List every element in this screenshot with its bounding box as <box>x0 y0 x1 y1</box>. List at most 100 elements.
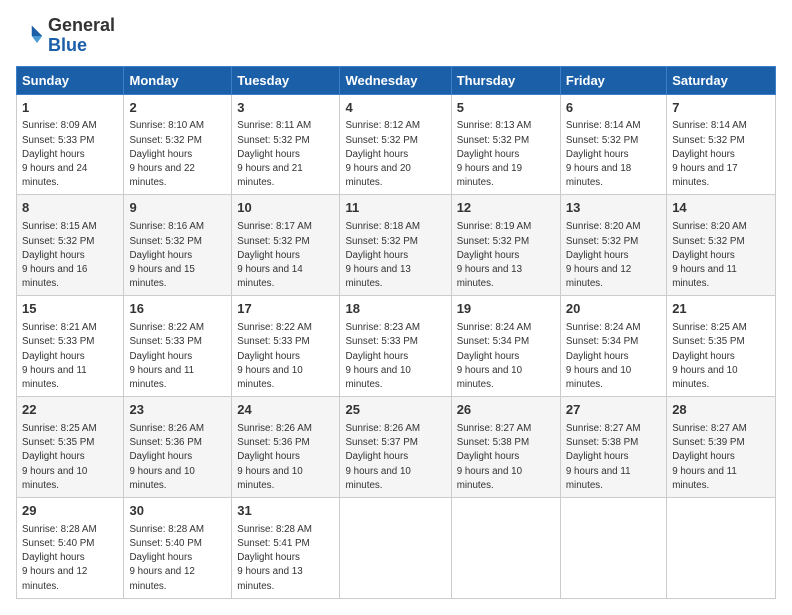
day-content: Sunrise: 8:20 AMSunset: 5:32 PMDaylight … <box>672 220 770 291</box>
calendar-cell: 12 Sunrise: 8:19 AMSunset: 5:32 PMDayligh… <box>451 195 560 296</box>
day-number: 10 <box>237 199 334 218</box>
day-content: Sunrise: 8:24 AMSunset: 5:34 PMDaylight … <box>457 321 555 392</box>
calendar-cell: 27 Sunrise: 8:27 AMSunset: 5:38 PMDayligh… <box>560 397 666 498</box>
day-content: Sunrise: 8:14 AMSunset: 5:32 PMDaylight … <box>566 119 661 190</box>
day-content: Sunrise: 8:15 AMSunset: 5:32 PMDaylight … <box>22 220 118 291</box>
calendar-body: 1Sunrise: 8:09 AMSunset: 5:33 PMDaylight… <box>17 94 776 598</box>
logo-icon <box>16 22 44 50</box>
day-content: Sunrise: 8:26 AMSunset: 5:37 PMDaylight … <box>345 422 445 493</box>
calendar-week-row: 22Sunrise: 8:25 AMSunset: 5:35 PMDayligh… <box>17 397 776 498</box>
calendar-week-row: 29Sunrise: 8:28 AMSunset: 5:40 PMDayligh… <box>17 498 776 599</box>
day-number: 4 <box>345 99 445 118</box>
weekday-header: Monday <box>124 66 232 94</box>
day-content: Sunrise: 8:16 AMSunset: 5:32 PMDaylight … <box>129 220 226 291</box>
day-number: 3 <box>237 99 334 118</box>
weekday-header: Saturday <box>667 66 776 94</box>
day-number: 26 <box>457 401 555 420</box>
day-number: 30 <box>129 502 226 521</box>
calendar-cell: 20 Sunrise: 8:24 AMSunset: 5:34 PMDayligh… <box>560 296 666 397</box>
day-number: 7 <box>672 99 770 118</box>
day-number: 12 <box>457 199 555 218</box>
day-content: Sunrise: 8:26 AMSunset: 5:36 PMDaylight … <box>237 422 334 493</box>
day-content: Sunrise: 8:27 AMSunset: 5:38 PMDaylight … <box>457 422 555 493</box>
day-content: Sunrise: 8:22 AMSunset: 5:33 PMDaylight … <box>237 321 334 392</box>
day-content: Sunrise: 8:11 AMSunset: 5:32 PMDaylight … <box>237 119 334 190</box>
day-number: 19 <box>457 300 555 319</box>
calendar-cell <box>451 498 560 599</box>
day-number: 6 <box>566 99 661 118</box>
day-content: Sunrise: 8:19 AMSunset: 5:32 PMDaylight … <box>457 220 555 291</box>
calendar-cell: 29Sunrise: 8:28 AMSunset: 5:40 PMDayligh… <box>17 498 124 599</box>
day-number: 20 <box>566 300 661 319</box>
calendar-cell <box>560 498 666 599</box>
calendar-cell: 31 Sunrise: 8:28 AMSunset: 5:41 PMDayligh… <box>232 498 340 599</box>
weekday-header: Friday <box>560 66 666 94</box>
day-content: Sunrise: 8:13 AMSunset: 5:32 PMDaylight … <box>457 119 555 190</box>
calendar-cell: 26 Sunrise: 8:27 AMSunset: 5:38 PMDayligh… <box>451 397 560 498</box>
calendar-cell: 6Sunrise: 8:14 AMSunset: 5:32 PMDaylight… <box>560 94 666 195</box>
calendar-week-row: 15Sunrise: 8:21 AMSunset: 5:33 PMDayligh… <box>17 296 776 397</box>
calendar-header: SundayMondayTuesdayWednesdayThursdayFrid… <box>17 66 776 94</box>
day-number: 27 <box>566 401 661 420</box>
calendar-cell: 21 Sunrise: 8:25 AMSunset: 5:35 PMDayligh… <box>667 296 776 397</box>
logo: General Blue <box>16 16 115 56</box>
day-content: Sunrise: 8:27 AMSunset: 5:38 PMDaylight … <box>566 422 661 493</box>
calendar-cell: 7Sunrise: 8:14 AMSunset: 5:32 PMDaylight… <box>667 94 776 195</box>
calendar-table: SundayMondayTuesdayWednesdayThursdayFrid… <box>16 66 776 599</box>
calendar-cell: 8 Sunrise: 8:15 AMSunset: 5:32 PMDaylight… <box>17 195 124 296</box>
day-content: Sunrise: 8:28 AMSunset: 5:40 PMDaylight … <box>129 523 226 594</box>
day-number: 18 <box>345 300 445 319</box>
calendar-cell: 1Sunrise: 8:09 AMSunset: 5:33 PMDaylight… <box>17 94 124 195</box>
day-number: 28 <box>672 401 770 420</box>
day-content: Sunrise: 8:23 AMSunset: 5:33 PMDaylight … <box>345 321 445 392</box>
day-content: Sunrise: 8:21 AMSunset: 5:33 PMDaylight … <box>22 321 118 392</box>
day-number: 1 <box>22 99 118 118</box>
day-content: Sunrise: 8:09 AMSunset: 5:33 PMDaylight … <box>22 119 118 190</box>
day-content: Sunrise: 8:25 AMSunset: 5:35 PMDaylight … <box>672 321 770 392</box>
day-content: Sunrise: 8:28 AMSunset: 5:40 PMDaylight … <box>22 523 118 594</box>
day-number: 31 <box>237 502 334 521</box>
day-content: Sunrise: 8:25 AMSunset: 5:35 PMDaylight … <box>22 422 118 493</box>
day-number: 21 <box>672 300 770 319</box>
weekday-header: Wednesday <box>340 66 451 94</box>
calendar-cell: 17 Sunrise: 8:22 AMSunset: 5:33 PMDayligh… <box>232 296 340 397</box>
calendar-week-row: 8 Sunrise: 8:15 AMSunset: 5:32 PMDaylight… <box>17 195 776 296</box>
calendar-week-row: 1Sunrise: 8:09 AMSunset: 5:33 PMDaylight… <box>17 94 776 195</box>
calendar-cell: 14 Sunrise: 8:20 AMSunset: 5:32 PMDayligh… <box>667 195 776 296</box>
day-number: 24 <box>237 401 334 420</box>
calendar-cell: 11Sunrise: 8:18 AMSunset: 5:32 PMDayligh… <box>340 195 451 296</box>
calendar-cell: 16Sunrise: 8:22 AMSunset: 5:33 PMDayligh… <box>124 296 232 397</box>
weekday-header: Tuesday <box>232 66 340 94</box>
day-number: 11 <box>345 199 445 218</box>
day-content: Sunrise: 8:22 AMSunset: 5:33 PMDaylight … <box>129 321 226 392</box>
day-number: 17 <box>237 300 334 319</box>
calendar-cell: 24 Sunrise: 8:26 AMSunset: 5:36 PMDayligh… <box>232 397 340 498</box>
weekday-header: Sunday <box>17 66 124 94</box>
weekday-header: Thursday <box>451 66 560 94</box>
day-content: Sunrise: 8:17 AMSunset: 5:32 PMDaylight … <box>237 220 334 291</box>
day-number: 5 <box>457 99 555 118</box>
day-number: 23 <box>129 401 226 420</box>
calendar-cell: 30 Sunrise: 8:28 AMSunset: 5:40 PMDayligh… <box>124 498 232 599</box>
day-number: 14 <box>672 199 770 218</box>
calendar-cell: 9 Sunrise: 8:16 AMSunset: 5:32 PMDaylight… <box>124 195 232 296</box>
calendar-cell: 19 Sunrise: 8:24 AMSunset: 5:34 PMDayligh… <box>451 296 560 397</box>
logo-text: General Blue <box>48 16 115 56</box>
calendar-cell: 3Sunrise: 8:11 AMSunset: 5:32 PMDaylight… <box>232 94 340 195</box>
day-content: Sunrise: 8:24 AMSunset: 5:34 PMDaylight … <box>566 321 661 392</box>
day-content: Sunrise: 8:10 AMSunset: 5:32 PMDaylight … <box>129 119 226 190</box>
day-number: 9 <box>129 199 226 218</box>
calendar-cell <box>340 498 451 599</box>
day-content: Sunrise: 8:26 AMSunset: 5:36 PMDaylight … <box>129 422 226 493</box>
day-content: Sunrise: 8:28 AMSunset: 5:41 PMDaylight … <box>237 523 334 594</box>
calendar-cell: 13 Sunrise: 8:20 AMSunset: 5:32 PMDayligh… <box>560 195 666 296</box>
calendar-cell: 25 Sunrise: 8:26 AMSunset: 5:37 PMDayligh… <box>340 397 451 498</box>
calendar-cell: 5Sunrise: 8:13 AMSunset: 5:32 PMDaylight… <box>451 94 560 195</box>
day-number: 13 <box>566 199 661 218</box>
day-content: Sunrise: 8:20 AMSunset: 5:32 PMDaylight … <box>566 220 661 291</box>
day-number: 8 <box>22 199 118 218</box>
day-content: Sunrise: 8:14 AMSunset: 5:32 PMDaylight … <box>672 119 770 190</box>
day-number: 25 <box>345 401 445 420</box>
calendar-cell: 22Sunrise: 8:25 AMSunset: 5:35 PMDayligh… <box>17 397 124 498</box>
calendar-cell <box>667 498 776 599</box>
